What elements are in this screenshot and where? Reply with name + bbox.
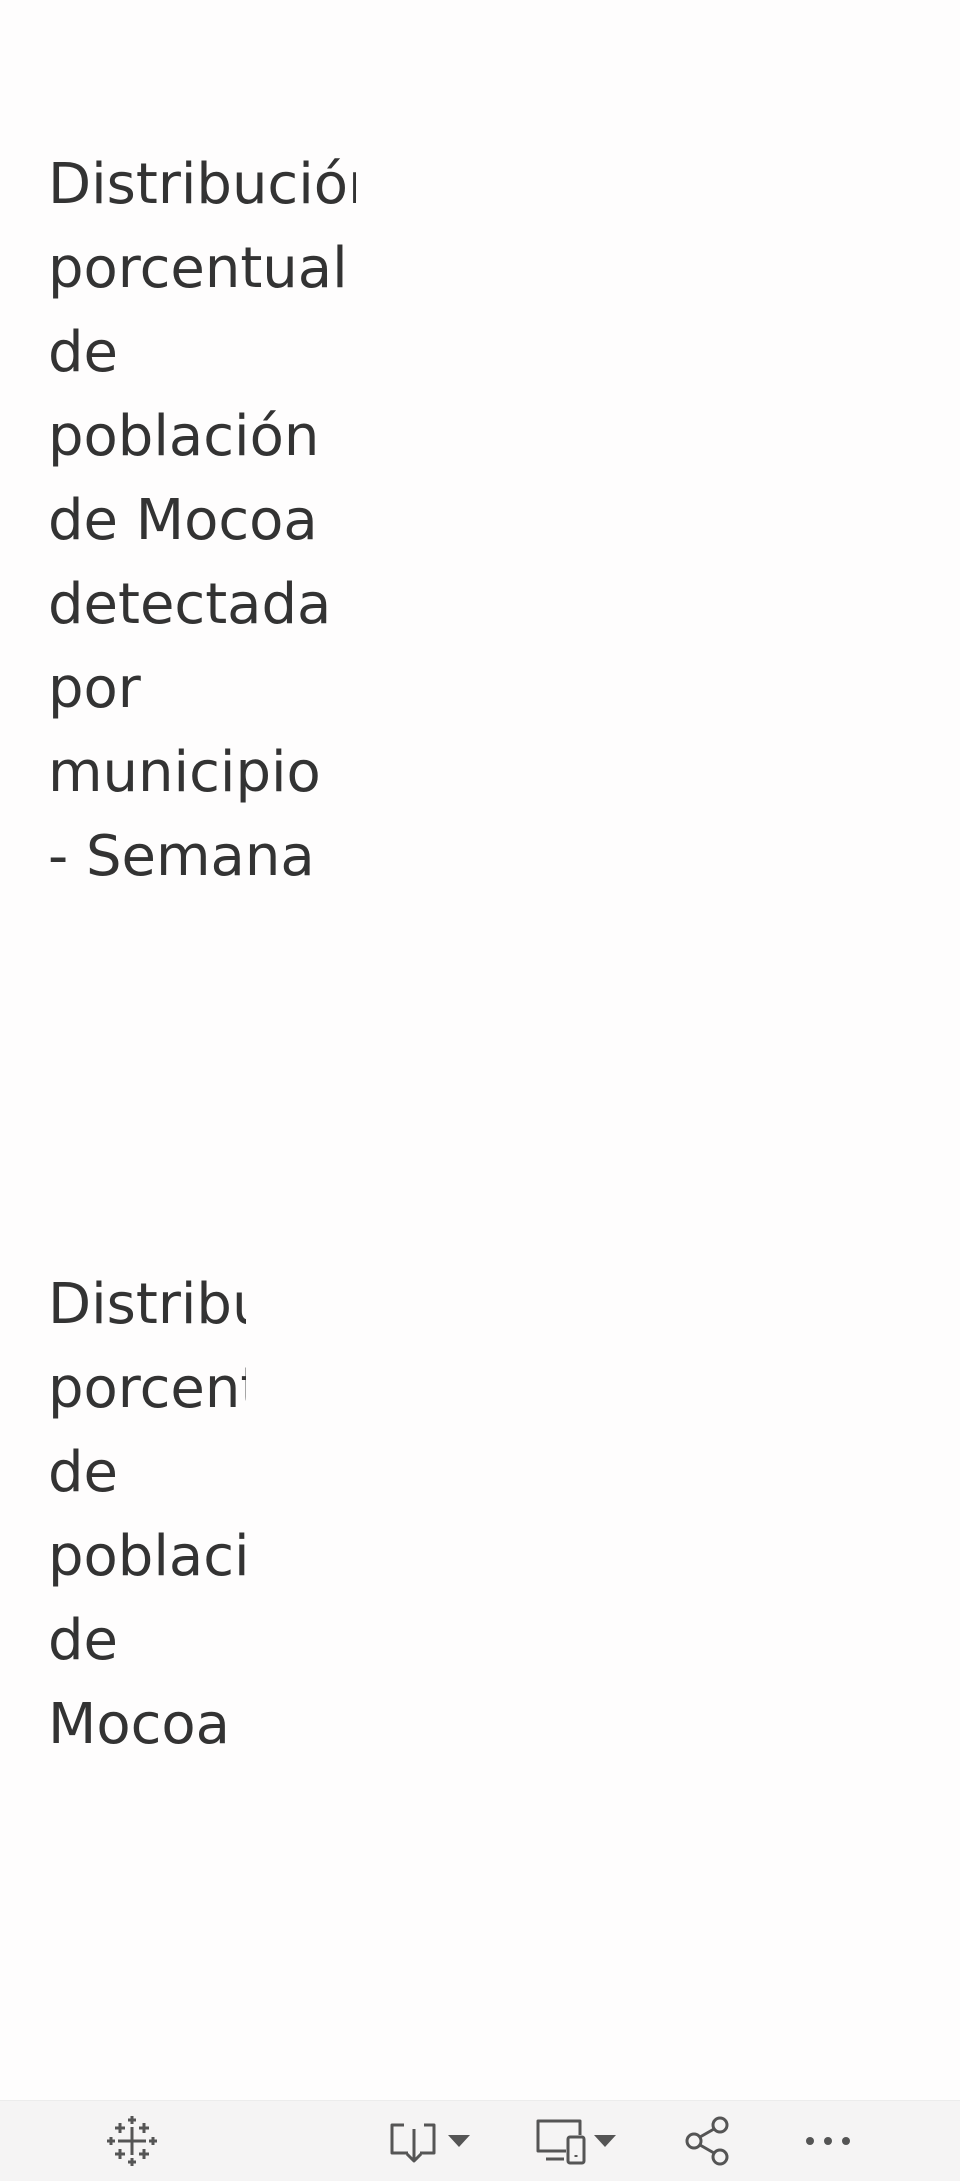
- more-options-icon: [806, 2137, 850, 2145]
- tableau-logo-icon: [107, 2116, 157, 2166]
- device-layout-icon: [536, 2119, 586, 2165]
- sheet-title: Distribución porcentual de población de …: [48, 152, 356, 889]
- dashboard-canvas: Distribución porcentual de población de …: [0, 0, 960, 2100]
- tableau-logo-button[interactable]: [100, 2115, 164, 2167]
- download-icon: [390, 2123, 436, 2163]
- chevron-down-icon: [448, 2135, 470, 2147]
- device-layout-button[interactable]: [526, 2115, 626, 2167]
- share-icon: [685, 2116, 729, 2166]
- chevron-down-icon: [594, 2135, 616, 2147]
- more-options-button[interactable]: [796, 2115, 860, 2167]
- sheet-title: Distribución porcentual de población de …: [48, 1272, 246, 1753]
- share-button[interactable]: [676, 2115, 740, 2167]
- viz-toolbar: [0, 2100, 960, 2181]
- download-button[interactable]: [380, 2115, 480, 2167]
